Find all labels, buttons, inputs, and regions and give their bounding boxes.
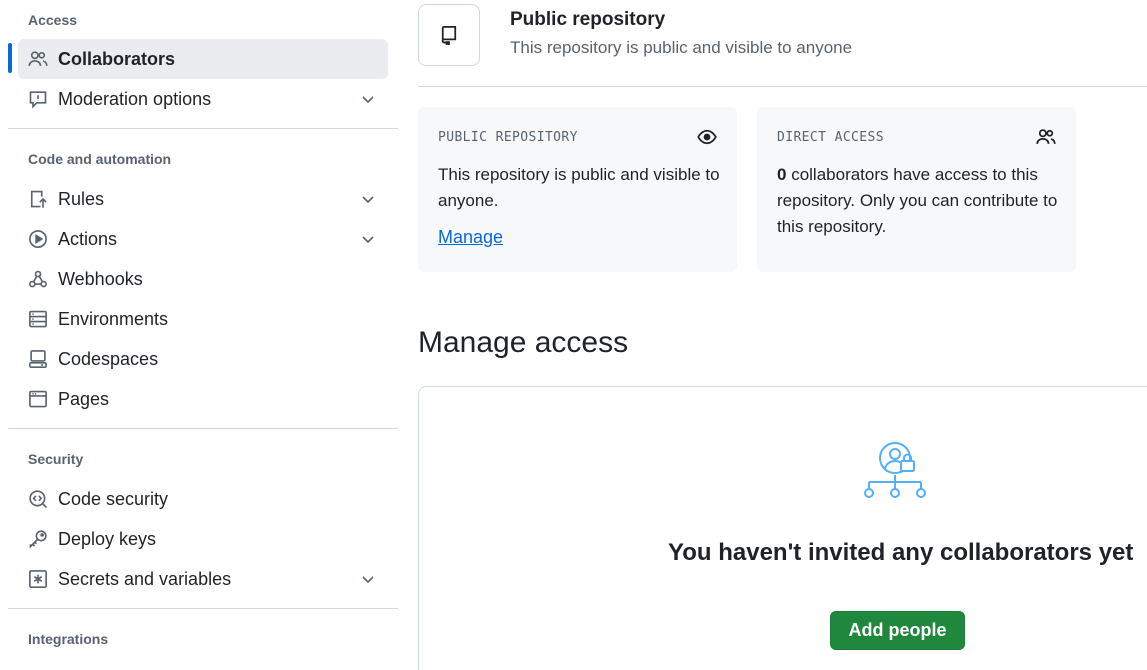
settings-sidebar: Access Collaborators Moderation options …: [0, 0, 398, 670]
sidebar-item-label: Actions: [58, 228, 118, 249]
sidebar-item-codespaces[interactable]: Codespaces: [18, 339, 388, 379]
divider: [418, 86, 1147, 87]
card-body: 0 collaborators have access to this repo…: [777, 162, 1062, 240]
sidebar-item-moderation-options[interactable]: Moderation options: [18, 79, 388, 119]
chevron-down-icon[interactable]: [360, 191, 376, 207]
section-heading-code-automation: Code and automation: [28, 151, 172, 167]
repo-visibility-subtitle: This repository is public and visible to…: [510, 38, 853, 57]
section-heading-security: Security: [28, 451, 84, 467]
divider: [8, 128, 398, 129]
sidebar-item-label: Environments: [58, 308, 169, 329]
sidebar-item-environments[interactable]: Environments: [18, 299, 388, 339]
repo-icon: [439, 25, 459, 45]
sidebar-item-label: Code security: [58, 488, 169, 509]
manage-link[interactable]: Manage: [438, 227, 503, 248]
sidebar-item-deploy-keys[interactable]: Deploy keys: [18, 519, 388, 559]
people-icon: [1036, 127, 1056, 147]
sidebar-item-webhooks[interactable]: Webhooks: [18, 259, 388, 299]
repo-push-icon: [28, 189, 48, 209]
card-body: This repository is public and visible to…: [438, 165, 720, 210]
sidebar-item-label: Collaborators: [58, 48, 176, 69]
card-body-text: collaborators have access to this reposi…: [777, 165, 1058, 236]
empty-collaborators-box: You haven't invited any collaborators ye…: [418, 386, 1147, 670]
card-kicker: DIRECT ACCESS: [777, 130, 884, 145]
card-kicker: PUBLIC REPOSITORY: [438, 130, 578, 145]
sidebar-item-label: Codespaces: [58, 348, 159, 369]
chevron-down-icon[interactable]: [360, 91, 376, 107]
section-heading-integrations: Integrations: [28, 631, 109, 647]
key-icon: [28, 529, 48, 549]
empty-state-title: You haven't invited any collaborators ye…: [668, 539, 1134, 566]
sidebar-item-collaborators[interactable]: Collaborators: [18, 39, 388, 79]
people-icon: [28, 49, 48, 69]
public-repository-card: PUBLIC REPOSITORY This repository is pub…: [418, 107, 737, 272]
sidebar-item-actions[interactable]: Actions: [18, 219, 388, 259]
codescan-icon: [28, 489, 48, 509]
report-icon: [28, 89, 48, 109]
sidebar-item-code-security[interactable]: Code security: [18, 479, 388, 519]
manage-access-heading: Manage access: [418, 326, 629, 359]
main-content: Public repository This repository is pub…: [418, 0, 1147, 670]
repo-icon-box: [418, 4, 480, 66]
sidebar-item-label: Pages: [58, 388, 110, 409]
webhook-icon: [28, 269, 48, 289]
asterisk-icon: [28, 569, 48, 589]
eye-icon: [697, 127, 717, 147]
sidebar-item-rules[interactable]: Rules: [18, 179, 388, 219]
chevron-down-icon[interactable]: [360, 231, 376, 247]
sidebar-item-label: Moderation options: [58, 88, 212, 109]
add-people-button[interactable]: Add people: [830, 611, 965, 650]
divider: [8, 608, 398, 609]
browser-icon: [28, 389, 48, 409]
sidebar-item-label: Rules: [58, 188, 105, 209]
chevron-down-icon[interactable]: [360, 571, 376, 587]
direct-access-card: DIRECT ACCESS 0 collaborators have acces…: [757, 107, 1076, 272]
active-indicator: [8, 43, 12, 73]
sidebar-item-label: Webhooks: [58, 268, 143, 289]
sidebar-item-label: Deploy keys: [58, 528, 157, 549]
divider: [8, 428, 398, 429]
codespaces-icon: [28, 349, 48, 369]
sidebar-item-secrets-variables[interactable]: Secrets and variables: [18, 559, 388, 599]
play-icon: [28, 229, 48, 249]
server-icon: [28, 309, 48, 329]
repo-visibility-title: Public repository: [510, 9, 666, 30]
sidebar-item-label: Secrets and variables: [58, 568, 232, 589]
sidebar-item-pages[interactable]: Pages: [18, 379, 388, 419]
collaborators-lock-icon: [863, 441, 935, 505]
section-heading-access: Access: [28, 12, 78, 28]
